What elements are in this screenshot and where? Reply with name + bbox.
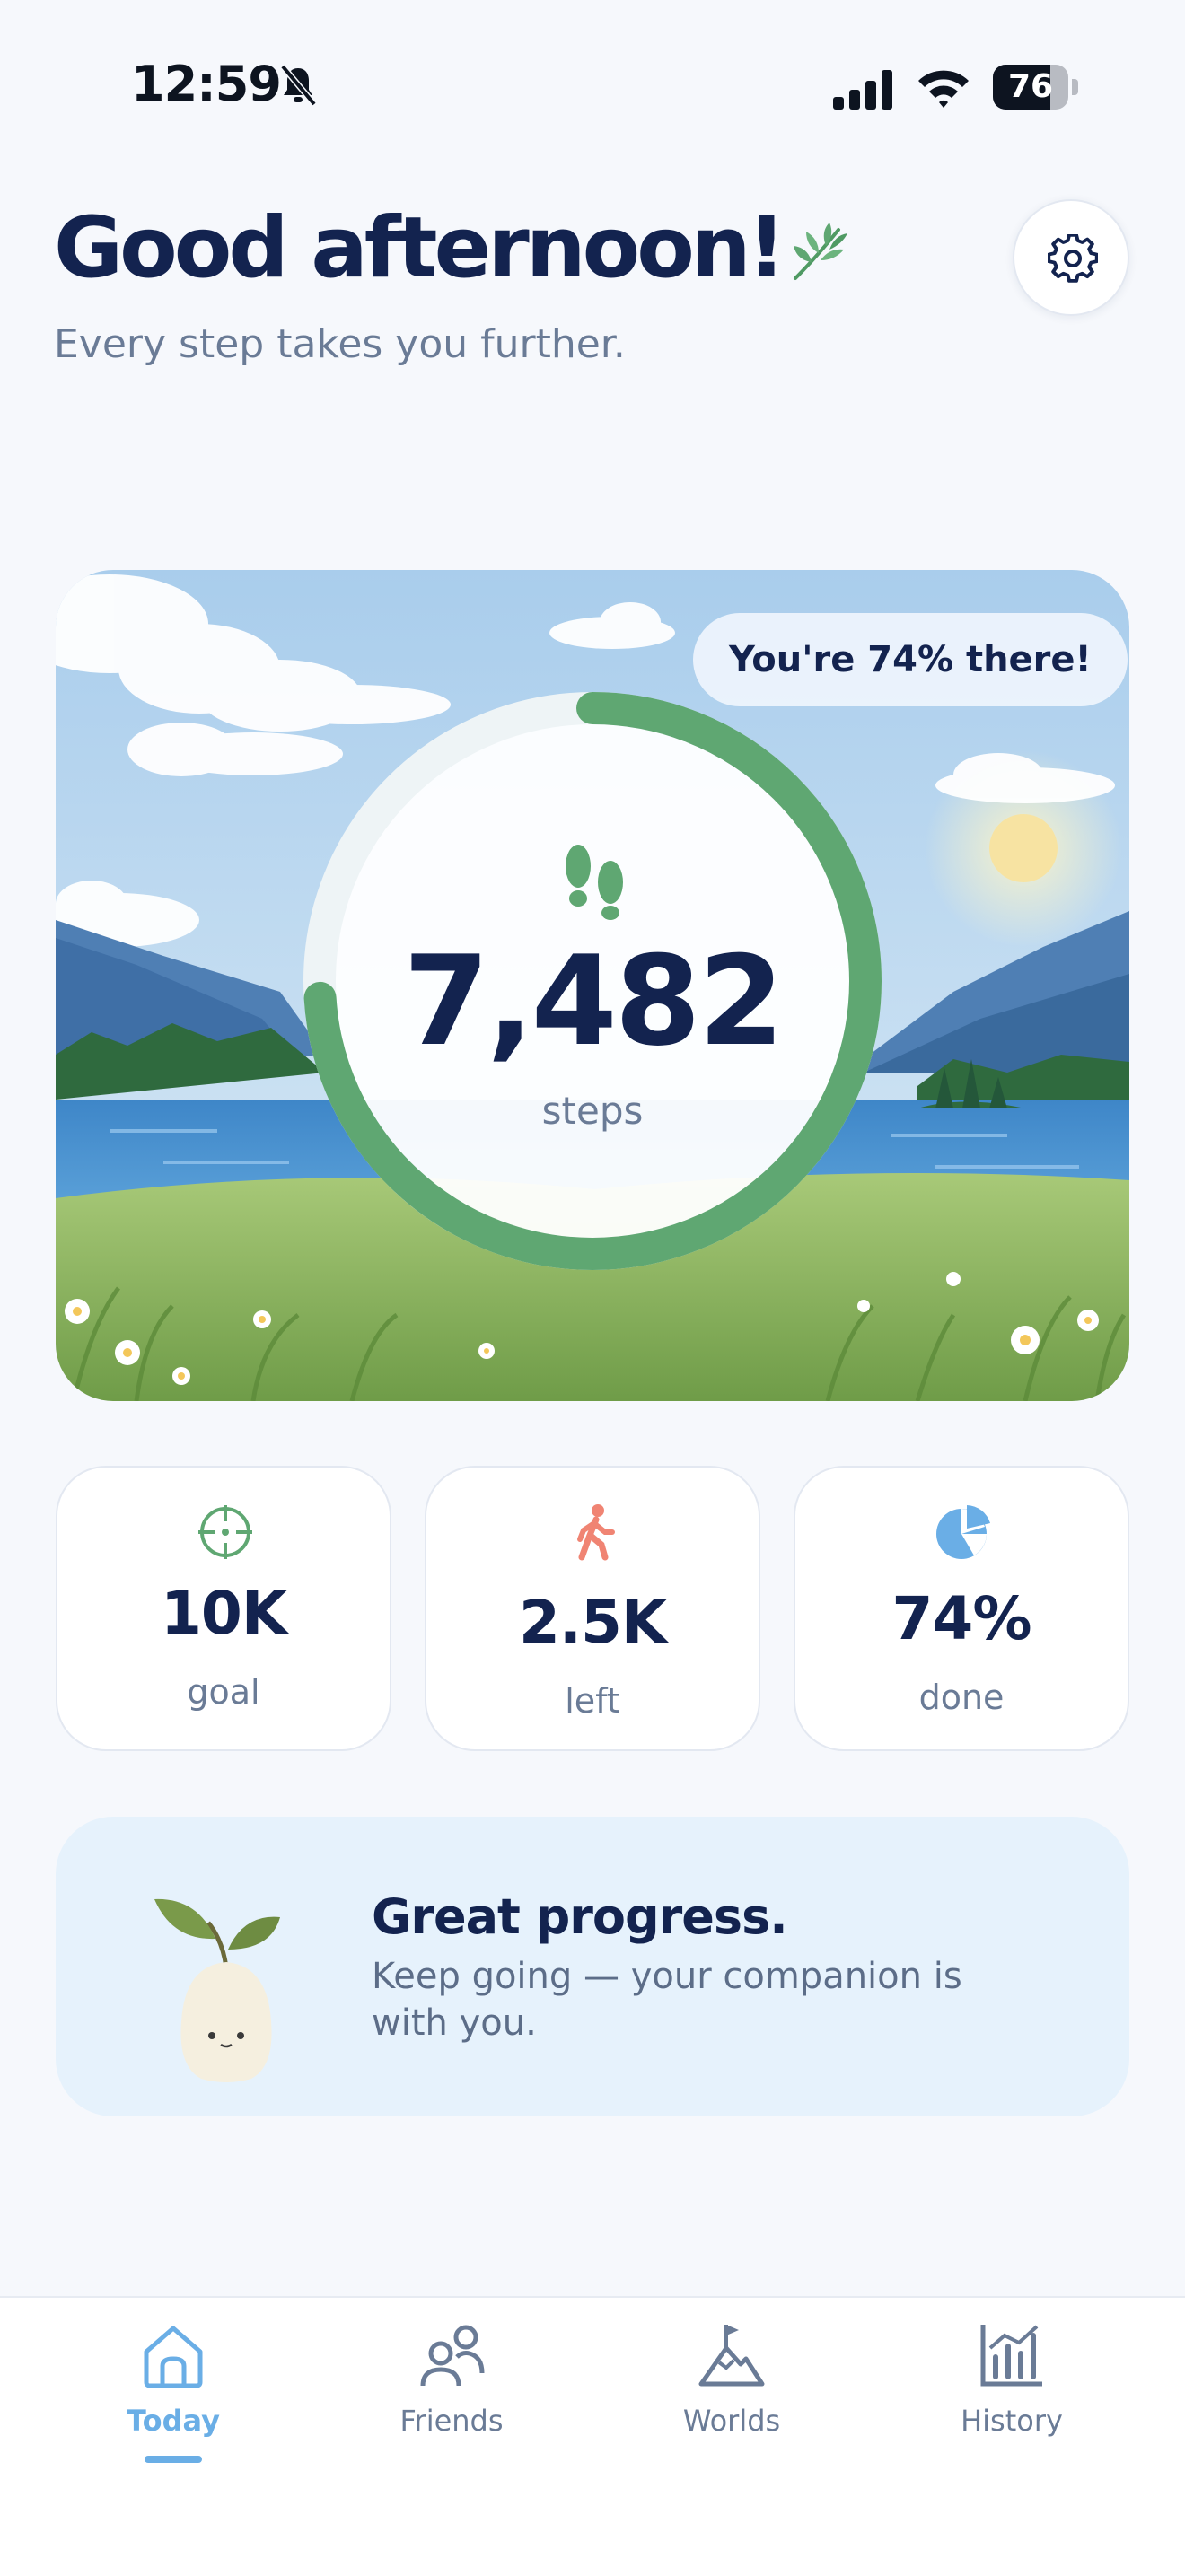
stat-left[interactable]: 2.5K left (425, 1466, 760, 1751)
target-icon (198, 1505, 252, 1559)
status-time: 12:59 (131, 56, 282, 112)
battery-icon: 76 (993, 65, 1079, 110)
active-tab-indicator (145, 2456, 202, 2463)
tab-label: Today (127, 2404, 220, 2438)
encouragement-title: Great progress. (372, 1888, 788, 1945)
stat-done[interactable]: 74% done (794, 1466, 1129, 1751)
sprout-companion-icon (154, 1898, 280, 2082)
wifi-icon (918, 70, 969, 108)
stat-goal[interactable]: 10K goal (56, 1466, 391, 1751)
page-title: Good afternoon! (54, 199, 786, 297)
tab-label: Friends (399, 2404, 504, 2438)
tab-label: Worlds (682, 2404, 781, 2438)
tab-bar: Today Friends Worlds History (0, 2296, 1185, 2576)
footsteps-icon (566, 845, 623, 920)
tab-history[interactable]: History (908, 2298, 1115, 2477)
tab-label: History (961, 2404, 1063, 2438)
encouragement-text: Keep going — your companion is with you. (372, 1956, 962, 2044)
steps-unit: steps (541, 1089, 644, 1133)
steps-count: 7,482 (403, 929, 785, 1073)
people-icon (420, 2325, 485, 2387)
status-bar: 12:59 76 (0, 0, 1185, 171)
gear-icon (1048, 234, 1098, 283)
bell-slash-icon (280, 64, 317, 107)
stat-label: goal (187, 1672, 260, 1712)
walking-person-icon (577, 1504, 615, 1561)
battery-level: 76 (1007, 68, 1054, 105)
stat-label: done (918, 1678, 1005, 1717)
pie-chart-icon (936, 1505, 990, 1559)
encouragement-card: Great progress. Keep going — your compan… (56, 1817, 1129, 2116)
tab-worlds[interactable]: Worlds (628, 2298, 835, 2477)
stat-value: 10K (161, 1579, 287, 1648)
tab-today[interactable]: Today (70, 2298, 276, 2477)
settings-button[interactable] (1013, 199, 1129, 316)
leaf-icon (794, 223, 847, 280)
steps-hero-card: You're 74% there! 7,482 steps (56, 570, 1129, 1401)
page-subtitle: Every step takes you further. (54, 321, 626, 367)
stat-value: 2.5K (518, 1588, 667, 1657)
mountain-flag-icon (698, 2325, 765, 2387)
home-icon (144, 2326, 203, 2388)
stat-label: left (565, 1681, 620, 1721)
cellular-signal-icon (833, 70, 892, 110)
stat-value: 74% (891, 1584, 1032, 1653)
bar-chart-icon (980, 2325, 1042, 2387)
tab-friends[interactable]: Friends (348, 2298, 555, 2477)
